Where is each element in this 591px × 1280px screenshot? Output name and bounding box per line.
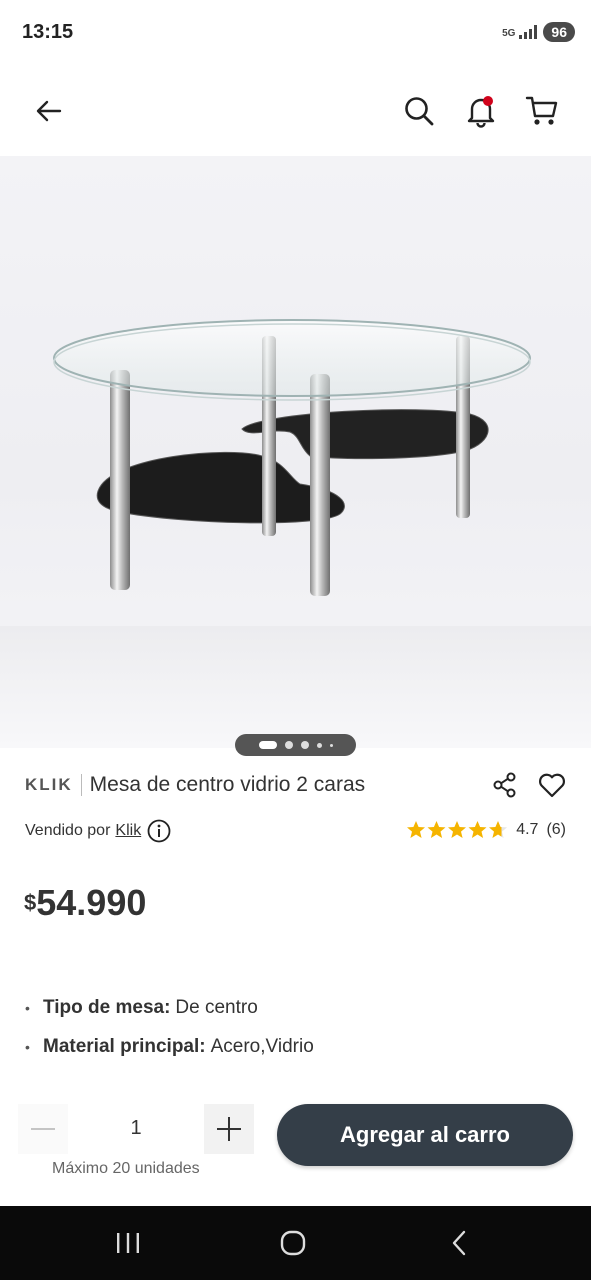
home-icon [280, 1230, 306, 1256]
image-pager[interactable] [235, 734, 356, 756]
arrow-left-icon [36, 100, 62, 122]
share-button[interactable] [490, 770, 520, 800]
price: $ 54.990 [24, 882, 146, 924]
signal-bars-icon [519, 25, 538, 39]
title-divider [80, 774, 82, 796]
spec-value: Acero,Vidrio [210, 1035, 314, 1057]
heart-icon [539, 773, 565, 798]
home-button[interactable] [273, 1223, 313, 1263]
cart-button[interactable] [517, 86, 567, 136]
bullet: • [25, 999, 30, 1016]
spec-item: • Tipo de mesa: De centro [25, 988, 570, 1027]
product-image[interactable] [0, 156, 591, 748]
rating-stars-icon [407, 821, 508, 838]
pager-dot[interactable] [329, 743, 333, 747]
pager-dot[interactable] [316, 742, 322, 748]
status-time: 13:15 [22, 21, 74, 43]
product-title-row: KLIK Mesa de centro vidrio 2 caras [25, 770, 570, 800]
status-icons: 5G 96 [502, 22, 575, 42]
back-chevron-icon [452, 1230, 466, 1256]
search-button[interactable] [394, 86, 444, 136]
network-label: 5G [502, 28, 516, 39]
sold-by-label: Vendido por [25, 822, 111, 839]
share-icon [493, 772, 516, 798]
app-bar [0, 66, 591, 156]
recents-icon [117, 1233, 139, 1253]
spec-key: Material principal: [43, 1035, 206, 1057]
increase-quantity-button[interactable] [204, 1104, 254, 1154]
notifications-button[interactable] [456, 86, 506, 136]
recents-button[interactable] [108, 1223, 148, 1263]
nav-back-button[interactable] [439, 1223, 479, 1263]
product-title: Mesa de centro vidrio 2 caras [89, 773, 366, 796]
decrease-quantity-button[interactable] [18, 1104, 68, 1154]
seller-link[interactable]: Klik [115, 822, 141, 840]
pager-dot-active[interactable] [258, 741, 277, 749]
glass-coffee-table-image [53, 319, 531, 596]
spec-key: Tipo de mesa: [43, 996, 171, 1018]
quantity-value[interactable]: 1 [78, 1117, 194, 1140]
seller-info-button[interactable] [147, 819, 171, 843]
max-quantity-note: Máximo 20 unidades [52, 1160, 200, 1177]
notification-dot [483, 96, 493, 106]
bullet: • [25, 1038, 30, 1055]
spec-list: • Tipo de mesa: De centro • Material pri… [25, 988, 570, 1066]
cart-icon [525, 96, 558, 125]
search-icon [405, 97, 434, 126]
plus-icon [217, 1117, 241, 1141]
system-nav-bar [0, 1206, 591, 1280]
seller-row: Vendido por Klik 4.7 (6) [25, 818, 570, 844]
quantity-stepper: 1 [18, 1104, 254, 1156]
rating-value: 4.7 [516, 821, 539, 838]
minus-icon [31, 1128, 55, 1130]
favorite-button[interactable] [536, 770, 568, 800]
info-icon [147, 819, 171, 843]
pager-dot[interactable] [300, 741, 309, 749]
back-button[interactable] [24, 86, 74, 136]
status-bar: 13:15 5G 96 [0, 0, 591, 66]
battery-indicator: 96 [543, 22, 575, 42]
spec-item: • Material principal: Acero,Vidrio [25, 1027, 570, 1066]
signal-icon: 5G [502, 25, 538, 39]
price-value: 54.990 [36, 882, 147, 923]
spec-value: De centro [175, 996, 258, 1018]
brand-name[interactable]: KLIK [25, 775, 73, 795]
pager-dot[interactable] [284, 741, 293, 749]
add-to-cart-button[interactable]: Agregar al carro [277, 1104, 573, 1166]
rating[interactable]: 4.7 (6) [406, 820, 566, 840]
price-currency: $ [24, 890, 37, 915]
bell-icon [467, 96, 495, 128]
rating-count: (6) [546, 821, 566, 838]
